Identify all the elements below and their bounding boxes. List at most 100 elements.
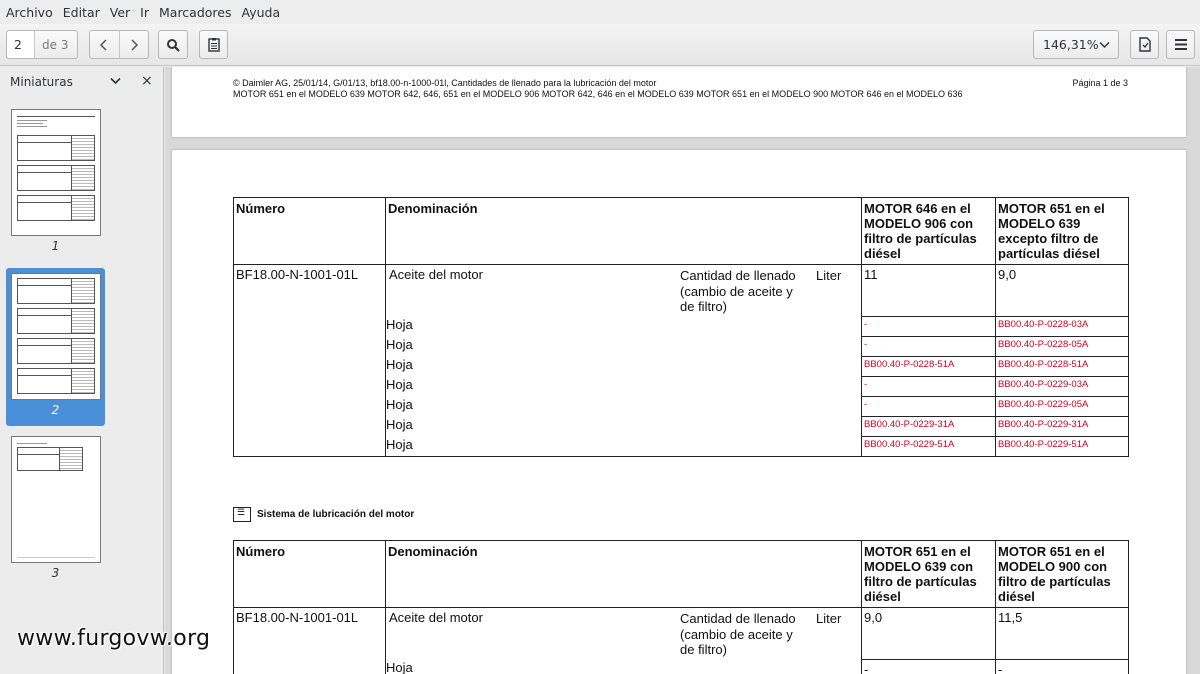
ref-a-link[interactable]: BB00.40-P-0228-51A [861, 356, 996, 377]
section-heading: Sistema de lubricación del motor [233, 507, 414, 522]
chevron-right-icon [131, 38, 139, 51]
menu-ayuda[interactable]: Ayuda [242, 5, 281, 20]
quantity-label: Cantidad de llenado (cambio de aceite y … [680, 268, 796, 314]
document-icon [1138, 37, 1151, 52]
document-list-icon [233, 507, 251, 522]
ref-a-link[interactable]: BB00.40-P-0229-31A [861, 416, 996, 437]
table-row: BF18.00-N-1001-01L Aceite del motor Cant… [233, 264, 1129, 317]
table-row: Hoja - BB00.40-P-0228-03A [233, 316, 1129, 337]
quantity-label: Cantidad de llenado (cambio de aceite y … [680, 611, 796, 657]
header-engine-b: MOTOR 651 en el MODELO 900 con filtro de… [995, 540, 1129, 608]
table-row: Hoja BB00.40-P-0228-51A BB00.40-P-0228-5… [233, 356, 1129, 377]
table-row: Hoja - BB00.40-P-0229-03A [233, 376, 1129, 397]
page-2: Número Denominación MOTOR 646 en el MODE… [172, 150, 1186, 674]
chevron-down-icon [1099, 37, 1110, 52]
document-page-indicator: Página 1 de 3 [1072, 78, 1128, 88]
value-a-cell: 11 [861, 264, 996, 317]
table-row: Hoja - BB00.40-P-0228-05A [233, 336, 1129, 357]
thumbnail-label: 3 [51, 566, 60, 580]
hoja-label: Hoja [385, 376, 862, 397]
thumbnail-page-3[interactable]: 3 [6, 436, 105, 580]
menu-editar[interactable]: Editar [63, 5, 100, 20]
ref-b-link[interactable]: BB00.40-P-0229-31A [995, 416, 1129, 437]
header-engine-b: MOTOR 651 en el MODELO 639 excepto filtr… [995, 197, 1129, 265]
chevron-left-icon [100, 38, 108, 51]
ref-b-cell: - [995, 659, 1129, 674]
header-numero: Número [233, 197, 386, 265]
save-document-button[interactable] [1130, 30, 1159, 59]
clipboard-icon [207, 38, 220, 52]
menu-ir[interactable]: Ir [140, 5, 149, 20]
document-models-line: MOTOR 651 en el MODELO 639 MOTOR 642, 64… [233, 89, 963, 99]
page-selector: 2 de 3 [6, 30, 78, 59]
section-title: Sistema de lubricación del motor [257, 509, 415, 520]
sidebar-mode-chevron-icon[interactable] [110, 74, 121, 88]
ref-a-cell: - [861, 376, 996, 397]
ref-b-link[interactable]: BB00.40-P-0229-03A [995, 376, 1129, 397]
table-row: Hoja - - [233, 659, 1129, 674]
numero-cell: BF18.00-N-1001-01L [233, 264, 386, 317]
hoja-label: Hoja [385, 659, 862, 674]
header-engine-a: MOTOR 646 en el MODELO 906 con filtro de… [861, 197, 996, 265]
zoom-dropdown[interactable]: 146,31% [1033, 30, 1119, 59]
document-view[interactable]: © Daimler AG, 25/01/14, G/01/13, bf18.00… [165, 67, 1200, 674]
hoja-label: Hoja [385, 316, 862, 337]
ref-b-link[interactable]: BB00.40-P-0228-05A [995, 336, 1129, 357]
menu-archivo[interactable]: Archivo [6, 5, 53, 20]
menubar: Archivo Editar Ver Ir Marcadores Ayuda [0, 0, 1200, 24]
document-header-line: © Daimler AG, 25/01/14, G/01/13, bf18.00… [233, 78, 657, 88]
zoom-value: 146,31% [1043, 37, 1099, 52]
table-row: Hoja BB00.40-P-0229-31A BB00.40-P-0229-3… [233, 416, 1129, 437]
denominacion-cell: Aceite del motor Cantidad de llenado (ca… [385, 264, 862, 317]
menu-ver[interactable]: Ver [110, 5, 130, 20]
hamburger-menu-icon [1174, 39, 1187, 50]
ref-a-cell: - [861, 659, 996, 674]
ref-b-link[interactable]: BB00.40-P-0229-51A [995, 436, 1129, 457]
table-row: BF18.00-N-1001-01L Aceite del motor Cant… [233, 607, 1129, 660]
thumbnail-image [10, 273, 101, 400]
numero-cell: BF18.00-N-1001-01L [233, 607, 386, 660]
hoja-label: Hoja [385, 436, 862, 457]
hoja-label: Hoja [385, 416, 862, 437]
page-total-label: de 3 [42, 37, 69, 52]
hoja-label: Hoja [385, 396, 862, 417]
thumbnails-sidebar: Miniaturas × 1 2 3 [0, 67, 164, 674]
page-1-bottom: © Daimler AG, 25/01/14, G/01/13, bf18.00… [172, 67, 1186, 137]
page-number-input[interactable]: 2 [7, 31, 35, 58]
value-b-cell: 11,5 [995, 607, 1129, 660]
ref-b-link[interactable]: BB00.40-P-0228-03A [995, 316, 1129, 337]
denominacion-cell: Aceite del motor Cantidad de llenado (ca… [385, 607, 862, 660]
ref-b-link[interactable]: BB00.40-P-0228-51A [995, 356, 1129, 377]
thumbnail-label: 1 [51, 239, 60, 253]
denominacion-text: Aceite del motor [389, 610, 483, 625]
menu-marcadores[interactable]: Marcadores [159, 5, 232, 20]
value-a-cell: 9,0 [861, 607, 996, 660]
fill-quantities-table-1: Número Denominación MOTOR 646 en el MODE… [233, 197, 1129, 457]
thumbnail-image [10, 436, 101, 563]
next-page-button[interactable] [118, 31, 148, 58]
thumbnail-page-2[interactable]: 2 [6, 268, 105, 426]
sidebar-close-icon[interactable]: × [141, 73, 153, 89]
thumbnail-page-1[interactable]: 1 [6, 109, 105, 253]
table-row: Hoja - BB00.40-P-0229-05A [233, 396, 1129, 417]
header-denominacion: Denominación [385, 197, 862, 265]
sidebar-title: Miniaturas [10, 75, 73, 89]
unit-label: Liter [816, 611, 842, 626]
header-engine-a: MOTOR 651 en el MODELO 639 con filtro de… [861, 540, 996, 608]
annotations-button[interactable] [199, 30, 228, 59]
hoja-label: Hoja [385, 356, 862, 377]
ref-b-link[interactable]: BB00.40-P-0229-05A [995, 396, 1129, 417]
ref-a-cell: - [861, 336, 996, 357]
search-button[interactable] [158, 30, 188, 59]
main-menu-button[interactable] [1166, 30, 1195, 59]
ref-a-link[interactable]: BB00.40-P-0229-51A [861, 436, 996, 457]
search-icon [167, 38, 180, 52]
previous-page-button[interactable] [90, 31, 119, 58]
sidebar-header: Miniaturas × [0, 67, 163, 97]
ref-a-cell: - [861, 396, 996, 417]
value-b-cell: 9,0 [995, 264, 1129, 317]
unit-label: Liter [816, 268, 842, 283]
toolbar: 2 de 3 146,31% [0, 24, 1200, 66]
header-numero: Número [233, 540, 386, 608]
watermark-text: www.furgovw.org [17, 626, 211, 651]
